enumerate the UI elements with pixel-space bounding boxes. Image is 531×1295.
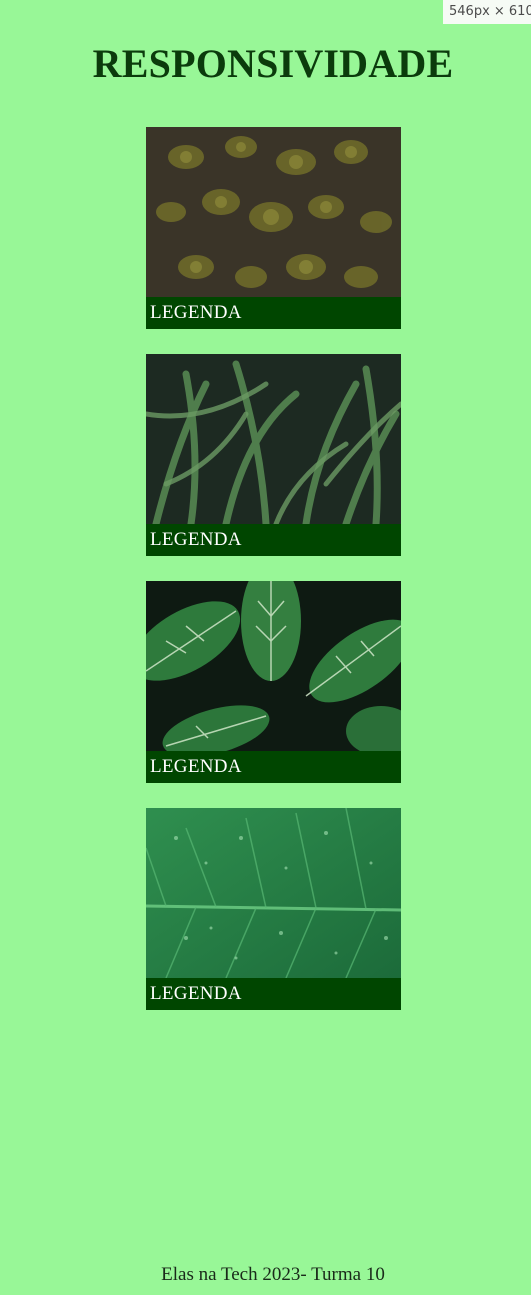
green-leaf-droplets-photo xyxy=(146,808,401,978)
gallery-item: LEGENDA xyxy=(146,127,401,329)
striped-leaves-photo xyxy=(146,581,401,751)
image-caption: LEGENDA xyxy=(146,524,401,556)
gallery-item: LEGENDA xyxy=(146,808,401,1010)
grass-blades-photo xyxy=(146,354,401,524)
succulent-leaves-photo xyxy=(146,127,401,297)
devtools-size-badge: 546px × 610px xyxy=(443,0,531,24)
gallery-item: LEGENDA xyxy=(146,581,401,783)
page-footer: Elas na Tech 2023- Turma 10 xyxy=(161,1264,385,1285)
image-caption: LEGENDA xyxy=(146,751,401,783)
image-caption: LEGENDA xyxy=(146,978,401,1010)
gallery-item: LEGENDA xyxy=(146,354,401,556)
image-caption: LEGENDA xyxy=(146,297,401,329)
page-title: RESPONSIVIDADE xyxy=(92,41,454,86)
image-gallery: LEGENDA LEGENDA LEGENDA LEGENDA xyxy=(146,127,401,1035)
